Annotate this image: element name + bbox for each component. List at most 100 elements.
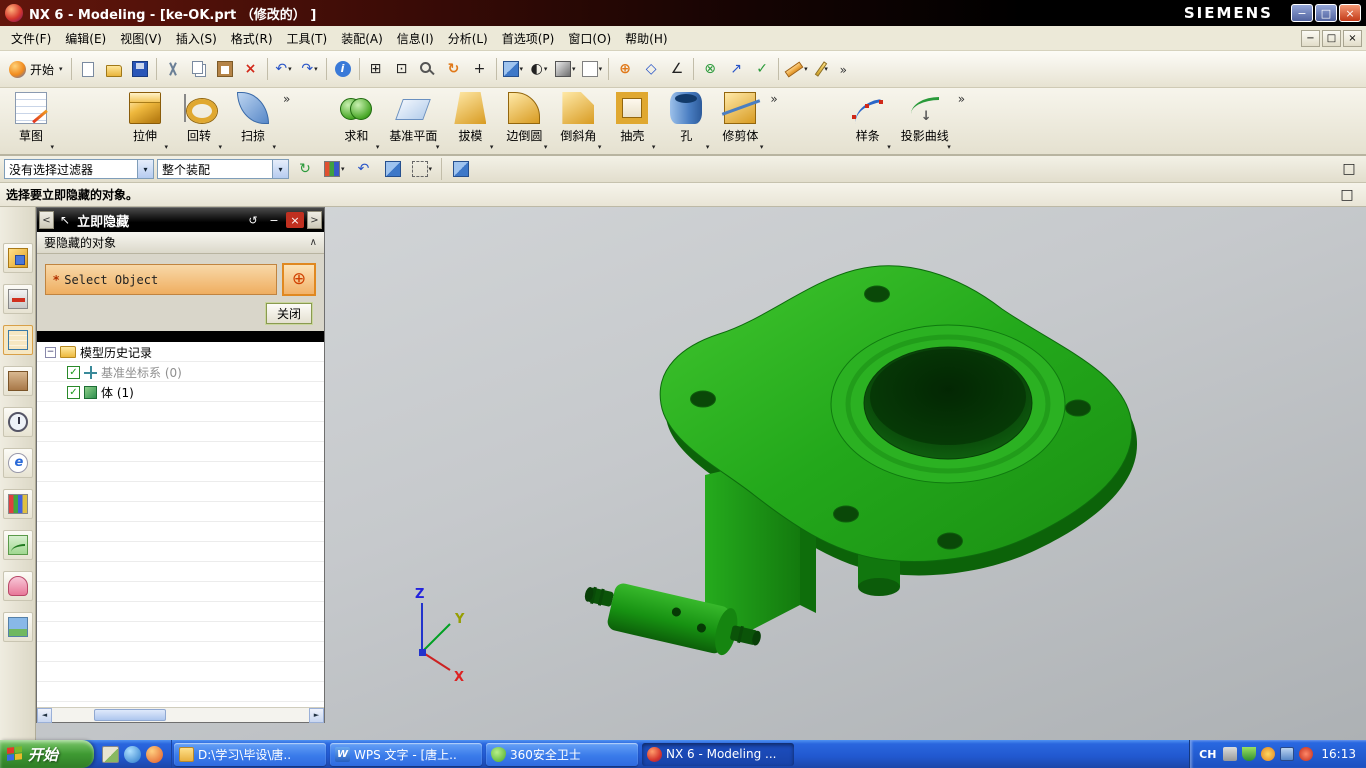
fullscreen-toggle-button[interactable]: □ [1336,156,1362,182]
snap-angle-button[interactable]: ∠ [664,56,690,82]
menu-item-window[interactable]: 窗口(O) [561,26,618,51]
antivirus-shield-icon[interactable] [1242,747,1257,761]
feature-trim-body[interactable]: 修剪体 [713,90,767,152]
snap-midpoint-button[interactable]: ◇ [638,56,664,82]
select-object-field[interactable]: * Select Object [45,264,277,295]
show-desktop-icon[interactable] [102,745,119,763]
media-player-icon[interactable] [146,745,163,763]
shaded-object-button[interactable] [448,156,474,182]
toolbar-overflow-icon[interactable]: » [955,90,968,106]
child-minimize-button[interactable]: − [1301,29,1320,47]
feature-datum-plane[interactable]: 基准平面 [383,90,443,152]
minimize-button[interactable]: − [1291,4,1313,22]
scroll-left-button[interactable]: ◄ [37,707,52,723]
feature-edge-blend[interactable]: 边倒圆 [497,90,551,152]
feature-sketch[interactable]: 草图 [4,90,58,152]
feature-studio-spline[interactable]: 样条 [841,90,895,152]
reuse-library-button[interactable] [2,366,33,396]
assembly-navigator-button[interactable] [2,243,33,273]
taskbar-item-360[interactable]: 360安全卫士 [486,742,638,766]
delete-button[interactable]: × [238,56,264,82]
dialog-back-button[interactable]: < [39,211,54,229]
copy-button[interactable] [186,56,212,82]
rendering-style-button[interactable]: ◐ [526,56,552,82]
zoom-box-button[interactable]: ⊡ [389,56,415,82]
measure-button[interactable] [782,56,811,82]
scrollbar-thumb[interactable] [94,709,166,721]
menu-item-format[interactable]: 格式(R) [224,26,280,51]
feature-unite[interactable]: 求和 [329,90,383,152]
feature-extrude[interactable]: 拉伸 [118,90,172,152]
color-filter-button[interactable] [321,156,348,182]
feature-revolve[interactable]: 回转 [172,90,226,152]
dialog-reset-button[interactable]: ↺ [244,212,262,228]
tree-row-model-history[interactable]: − 模型历史记录 [37,342,324,362]
selection-scope-combo[interactable]: 整个装配 [157,159,289,179]
feature-chamfer[interactable]: 倒斜角 [551,90,605,152]
system-materials-button[interactable] [2,489,33,519]
menu-item-edit[interactable]: 编辑(E) [58,26,113,51]
menu-item-insert[interactable]: 插入(S) [169,26,224,51]
messenger-icon[interactable] [1299,747,1314,761]
toolbar-overflow-icon[interactable]: » [280,90,293,106]
redo-button[interactable]: ↷ [297,56,323,82]
fit-view-button[interactable]: ⊞ [363,56,389,82]
feature-draft[interactable]: 拔模 [443,90,497,152]
feature-project-curve[interactable]: 投影曲线 [895,90,955,152]
highlight-body-button[interactable] [380,156,406,182]
restore-button[interactable]: □ [1315,4,1337,22]
cad-model[interactable] [579,265,1138,663]
feature-hole[interactable]: 孔 [659,90,713,152]
tree-row-datum-csys[interactable]: ✓ 基准坐标系 (0) [37,362,324,382]
paste-button[interactable] [212,56,238,82]
checkbox-checked[interactable]: ✓ [67,365,80,379]
child-close-button[interactable]: × [1343,29,1362,47]
taskbar-item-wps[interactable]: W WPS 文字 - [唐上.. [330,742,482,766]
snap-point-button[interactable]: ⊕ [612,56,638,82]
hide-dialog-titlebar[interactable]: < ↖ 立即隐藏 ↺ − × > [37,208,324,232]
cue-line-options-button[interactable]: □ [1334,182,1360,208]
expander-icon[interactable]: − [45,346,56,358]
visualization-button[interactable] [2,530,33,560]
pan-view-button[interactable]: + [467,56,493,82]
menu-item-file[interactable]: 文件(F) [4,26,58,51]
new-button[interactable] [75,56,101,82]
checkbox-checked[interactable]: ✓ [67,385,80,399]
shaded-display-button[interactable] [500,56,527,82]
toolbar-overflow-icon[interactable]: » [767,90,780,106]
scroll-right-button[interactable]: ► [309,707,324,723]
part-navigator-tree[interactable]: − 模型历史记录 ✓ 基准坐标系 (0) ✓ 体 (1) [37,342,324,707]
clock[interactable]: 16:13 [1321,747,1356,761]
taskbar-item-explorer[interactable]: D:\学习\毕设\唐.. [174,742,326,766]
start-app-button[interactable]: 开始 [4,56,68,82]
360-tray-icon[interactable] [1261,747,1276,761]
feature-sweep[interactable]: 扫掠 [226,90,280,152]
objects-to-hide-section[interactable]: 要隐藏的对象 ∧ [37,232,324,254]
menu-item-tools[interactable]: 工具(T) [280,26,335,51]
quick-pick-button[interactable]: ⊗ [697,56,723,82]
menu-item-help[interactable]: 帮助(H) [618,26,674,51]
save-button[interactable] [127,56,153,82]
roles-button[interactable] [2,571,33,601]
open-button[interactable] [101,56,127,82]
feature-shell[interactable]: 抽壳 [605,90,659,152]
start-button[interactable]: 开始 [0,740,94,768]
undo-selection-button[interactable]: ↶ [351,156,377,182]
toolbar-overflow-icon[interactable]: » [837,61,850,77]
undo-button[interactable]: ↶ [271,56,297,82]
horizontal-scrollbar[interactable]: ◄ ► [37,707,324,723]
system-scenes-button[interactable] [2,612,33,642]
part-navigator-button[interactable] [2,325,33,355]
menu-item-view[interactable]: 视图(V) [113,26,169,51]
background-button[interactable] [579,56,606,82]
web-browser-button[interactable] [2,448,33,478]
rectangle-select-button[interactable] [409,156,436,182]
confirm-button[interactable]: ✓ [749,56,775,82]
tree-row-body[interactable]: ✓ 体 (1) [37,382,324,402]
refresh-selection-button[interactable]: ↻ [292,156,318,182]
select-object-button[interactable]: ⊕ [282,263,316,296]
close-button[interactable]: × [1339,4,1361,22]
history-button[interactable] [2,407,33,437]
menu-item-analysis[interactable]: 分析(L) [441,26,495,51]
taskbar-item-nx[interactable]: NX 6 - Modeling ... [642,742,794,766]
